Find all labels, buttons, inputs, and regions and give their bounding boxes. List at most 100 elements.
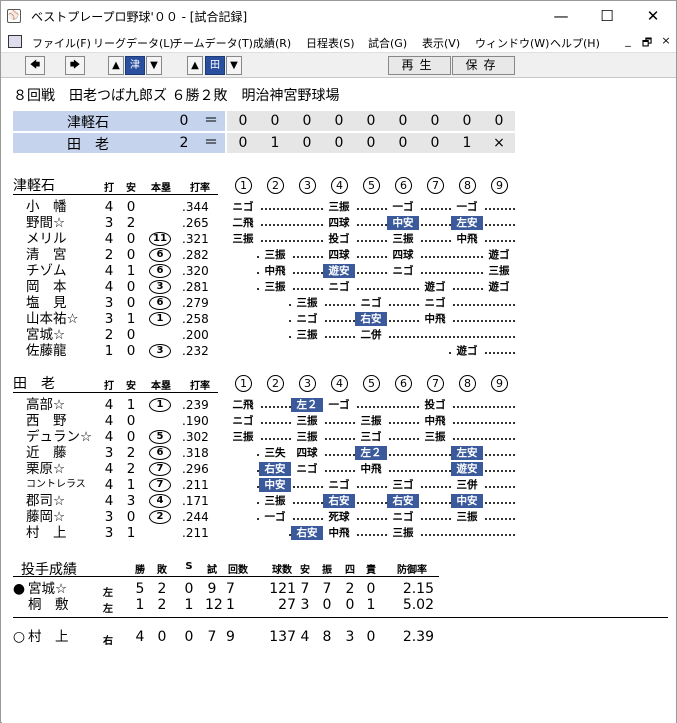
team1-select-button[interactable]: 津: [125, 56, 145, 75]
at-bat-result[interactable]: 三振: [483, 264, 515, 278]
at-bat-result[interactable]: 三振: [227, 232, 259, 246]
next-game-button[interactable]: 🡆: [65, 56, 85, 75]
at-bat-result[interactable]: 四球: [291, 446, 323, 460]
pitcher-row[interactable]: 桐 敷左 1 2 1 12 1 27 3 0 0 1 5.02: [2, 597, 676, 615]
at-bat-result[interactable]: 一ゴ: [323, 398, 355, 412]
team2-up-button[interactable]: ▲: [187, 56, 203, 75]
batter-row[interactable]: 西 野 4 0 .190 ニゴ 三振 三振 中飛: [2, 413, 676, 429]
at-bat-result[interactable]: 三振: [259, 280, 291, 294]
at-bat-result[interactable]: 三ゴ: [355, 430, 387, 444]
at-bat-result[interactable]: 二飛: [227, 216, 259, 230]
menu-file[interactable]: ファイル(F): [32, 35, 91, 51]
menu-league-data[interactable]: リーグデータ(L): [93, 35, 174, 51]
at-bat-hit-result[interactable]: 中安: [387, 216, 419, 230]
mdi-restore-button[interactable]: 🗗: [639, 34, 655, 53]
prev-game-button[interactable]: 🡄: [25, 56, 45, 75]
menu-stats[interactable]: 成績(R): [253, 35, 291, 51]
at-bat-result[interactable]: 四球: [323, 216, 355, 230]
menu-game[interactable]: 試合(G): [368, 35, 407, 51]
at-bat-result[interactable]: ニゴ: [323, 280, 355, 294]
menu-window[interactable]: ウィンドウ(W): [475, 35, 549, 51]
team2-select-button[interactable]: 田: [205, 56, 225, 75]
batter-row[interactable]: 岡 本 4 0 3 .281 三振 ニゴ 遊ゴ 遊ゴ: [2, 279, 676, 295]
at-bat-hit-result[interactable]: 中安: [259, 478, 291, 492]
batter-row[interactable]: 藤岡☆ 3 0 2 .244 一ゴ 死球 ニゴ 三振: [2, 509, 676, 525]
batter-row[interactable]: 近 藤 3 2 6 .318 三失 四球 左２ 左安: [2, 445, 676, 461]
at-bat-result[interactable]: 三振: [355, 414, 387, 428]
team1-up-button[interactable]: ▲: [108, 56, 124, 75]
at-bat-result[interactable]: 遊ゴ: [483, 280, 515, 294]
menu-help[interactable]: ヘルプ(H): [550, 35, 600, 51]
at-bat-hit-result[interactable]: 遊安: [451, 462, 483, 476]
batter-row[interactable]: 村 上 3 1 .211 右安 中飛 三振: [2, 525, 676, 541]
at-bat-hit-result[interactable]: 右安: [259, 462, 291, 476]
at-bat-result[interactable]: 三振: [419, 430, 451, 444]
at-bat-result[interactable]: 遊ゴ: [451, 344, 483, 358]
at-bat-result[interactable]: 三振: [387, 526, 419, 540]
close-button[interactable]: ✕: [630, 1, 676, 32]
at-bat-result[interactable]: 三ゴ: [387, 478, 419, 492]
at-bat-result[interactable]: 三振: [387, 232, 419, 246]
at-bat-result[interactable]: 中飛: [355, 462, 387, 476]
at-bat-result[interactable]: ニゴ: [323, 478, 355, 492]
at-bat-hit-result[interactable]: 左安: [451, 216, 483, 230]
at-bat-result[interactable]: ニゴ: [291, 312, 323, 326]
at-bat-hit-result[interactable]: 右安: [387, 494, 419, 508]
menu-schedule[interactable]: 日程表(S): [306, 35, 355, 51]
at-bat-hit-result[interactable]: 左２: [355, 446, 387, 460]
batter-row[interactable]: メリル 4 0 11 .321 三振 投ゴ 三振 中飛: [2, 231, 676, 247]
at-bat-hit-result[interactable]: 左安: [451, 446, 483, 460]
at-bat-result[interactable]: 中飛: [419, 414, 451, 428]
at-bat-result[interactable]: ニゴ: [387, 510, 419, 524]
batter-row[interactable]: 佐藤龍 1 0 3 .232 遊ゴ: [2, 343, 676, 359]
menu-team-data[interactable]: チームデータ(T): [172, 35, 253, 51]
at-bat-result[interactable]: 中飛: [419, 312, 451, 326]
at-bat-result[interactable]: 投ゴ: [323, 232, 355, 246]
title-bar[interactable]: ⚾ ベストプレープロ野球'００ - [試合記録] — ☐ ✕: [1, 1, 676, 32]
at-bat-hit-result[interactable]: 左２: [291, 398, 323, 412]
batter-row[interactable]: 宮城☆ 2 0 .200 三振 二併: [2, 327, 676, 343]
at-bat-hit-result[interactable]: 右安: [355, 312, 387, 326]
at-bat-hit-result[interactable]: 右安: [323, 494, 355, 508]
at-bat-result[interactable]: 三振: [451, 510, 483, 524]
at-bat-result[interactable]: 三振: [227, 430, 259, 444]
batter-row[interactable]: コントレラス 4 1 7 .211 中安 ニゴ 三ゴ 三併: [2, 477, 676, 493]
at-bat-result[interactable]: 一ゴ: [259, 510, 291, 524]
at-bat-result[interactable]: 一ゴ: [387, 200, 419, 214]
at-bat-hit-result[interactable]: 右安: [291, 526, 323, 540]
at-bat-result[interactable]: 遊ゴ: [419, 280, 451, 294]
at-bat-result[interactable]: ニゴ: [419, 296, 451, 310]
at-bat-result[interactable]: ニゴ: [355, 296, 387, 310]
at-bat-result[interactable]: 三振: [323, 200, 355, 214]
at-bat-result[interactable]: ニゴ: [227, 200, 259, 214]
batter-row[interactable]: 栗原☆ 4 2 7 .296 右安 ニゴ 中飛 遊安: [2, 461, 676, 477]
at-bat-result[interactable]: 中飛: [259, 264, 291, 278]
at-bat-result[interactable]: ニゴ: [387, 264, 419, 278]
at-bat-result[interactable]: 三振: [291, 430, 323, 444]
team2-down-button[interactable]: ▼: [226, 56, 242, 75]
at-bat-result[interactable]: 中飛: [323, 526, 355, 540]
at-bat-hit-result[interactable]: 遊安: [323, 264, 355, 278]
menu-view[interactable]: 表示(V): [422, 35, 460, 51]
at-bat-result[interactable]: 一ゴ: [451, 200, 483, 214]
save-button[interactable]: 保存: [452, 56, 515, 75]
minimize-button[interactable]: —: [538, 1, 584, 32]
batter-row[interactable]: 塩 見 3 0 6 .279 三振 ニゴ ニゴ: [2, 295, 676, 311]
at-bat-result[interactable]: 四球: [387, 248, 419, 262]
batter-row[interactable]: 清 宮 2 0 6 .282 三振 四球 四球 遊ゴ: [2, 247, 676, 263]
at-bat-result[interactable]: 二飛: [227, 398, 259, 412]
at-bat-result[interactable]: 三振: [291, 414, 323, 428]
at-bat-result[interactable]: 中飛: [451, 232, 483, 246]
team1-down-button[interactable]: ▼: [146, 56, 162, 75]
mdi-close-button[interactable]: ×: [658, 34, 674, 47]
at-bat-result[interactable]: 三振: [259, 248, 291, 262]
pitcher-row[interactable]: ○ 村 上右 4 0 0 7 9 137 4 8 3 0 2.39: [2, 629, 676, 647]
at-bat-result[interactable]: ニゴ: [291, 462, 323, 476]
at-bat-hit-result[interactable]: 中安: [451, 494, 483, 508]
at-bat-result[interactable]: 三振: [291, 296, 323, 310]
at-bat-result[interactable]: 三振: [291, 328, 323, 342]
batter-row[interactable]: チゾム 4 1 6 .320 中飛 遊安 ニゴ 三振: [2, 263, 676, 279]
batter-row[interactable]: 山本祐☆ 3 1 1.258 ニゴ 右安 中飛: [2, 311, 676, 327]
at-bat-result[interactable]: 投ゴ: [419, 398, 451, 412]
mdi-minimize-button[interactable]: _: [620, 34, 636, 47]
